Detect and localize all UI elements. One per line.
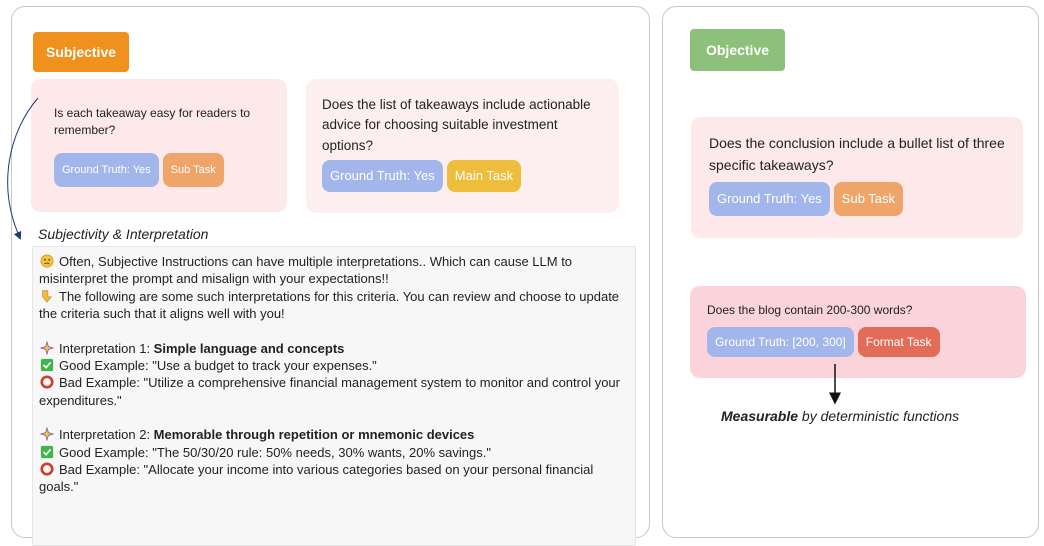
- ground-truth-tag: Ground Truth: [200, 300]: [707, 326, 854, 357]
- sub-task-tag: Sub Task: [162, 152, 224, 187]
- measurable-caption-bold: Measurable: [721, 408, 799, 424]
- interpretation-1-bad: Bad Example: "Utilize a comprehensive fi…: [39, 375, 620, 408]
- objective-header: Objective: [690, 29, 785, 71]
- interpretation-2-good: Good Example: "The 50/30/20 rule: 50% ne…: [59, 444, 491, 460]
- criteria-card-memorable: Is each takeaway easy for readers to rem…: [31, 79, 287, 212]
- criteria-card-bullet-list: Does the conclusion include a bullet lis…: [691, 117, 1023, 238]
- ground-truth-tag: Ground Truth: Yes: [54, 152, 159, 187]
- check-mark-icon: [40, 358, 54, 372]
- format-task-tag: Format Task: [857, 326, 940, 357]
- measurable-caption: Measurable by deterministic functions: [721, 408, 959, 424]
- interpretation-title: Subjectivity & Interpretation: [38, 226, 209, 242]
- interpretation-2-label: Interpretation 2:: [59, 427, 154, 443]
- check-mark-icon: [40, 445, 54, 458]
- cross-circle-icon: [40, 462, 54, 476]
- criteria-question: Does the conclusion include a bullet lis…: [709, 135, 1005, 173]
- criteria-question: Does the blog contain 200-300 words?: [707, 303, 913, 317]
- pointing-hand-icon: [42, 290, 53, 303]
- interpretation-intro-2: The following are some such interpretati…: [39, 288, 620, 322]
- objective-panel: [662, 6, 1039, 538]
- criteria-question: Does the list of takeaways include actio…: [322, 97, 591, 153]
- ground-truth-tag: Ground Truth: Yes: [709, 182, 830, 217]
- interpretation-1-name: Simple language and concepts: [153, 340, 345, 356]
- subjective-header: Subjective: [33, 32, 129, 72]
- interpretation-box: Often, Subjective Instructions can have …: [32, 246, 636, 546]
- sparkle-icon: [39, 340, 55, 355]
- sub-task-tag: Sub Task: [833, 182, 904, 217]
- cross-circle-icon: [40, 375, 54, 389]
- interpretation-1-good: Good Example: "Use a budget to track you…: [59, 358, 377, 374]
- ground-truth-tag: Ground Truth: Yes: [322, 159, 443, 192]
- main-task-tag: Main Task: [446, 159, 522, 192]
- interpretation-2-bad: Bad Example: "Allocate your income into …: [39, 462, 594, 495]
- criteria-card-word-count: Does the blog contain 200-300 words? Gro…: [690, 286, 1026, 378]
- confused-face-icon: [40, 254, 54, 268]
- interpretation-2-name: Memorable through repetition or mnemonic…: [153, 427, 475, 443]
- interpretation-1-label: Interpretation 1:: [59, 340, 154, 356]
- measurable-caption-rest: by deterministic functions: [798, 408, 960, 424]
- criteria-question: Is each takeaway easy for readers to rem…: [54, 106, 251, 137]
- criteria-card-actionable: Does the list of takeaways include actio…: [306, 79, 619, 213]
- sparkle-icon: [39, 427, 55, 442]
- interpretation-intro-1: Often, Subjective Instructions can have …: [39, 254, 573, 287]
